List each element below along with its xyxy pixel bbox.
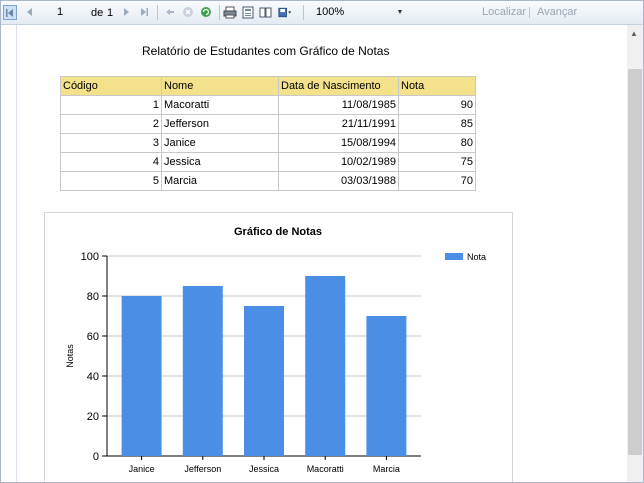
cell-nome: Jefferson <box>161 114 279 134</box>
toolbar-separator <box>529 7 530 18</box>
scrollbar-thumb[interactable] <box>628 69 642 455</box>
cell-data-nascimento: 03/03/1988 <box>278 171 399 191</box>
zoom-select[interactable]: 100% ▼ <box>313 5 405 19</box>
cell-data-nascimento: 21/11/1991 <box>278 114 399 134</box>
find-text-input[interactable] <box>415 5 475 19</box>
chart-container: Gráfico de Notas 0 20 40 60 80 100 Notas Janice J… <box>44 212 513 482</box>
page-of-label: de <box>91 6 104 19</box>
export-icon[interactable] <box>278 5 292 19</box>
bar-macoratti <box>305 276 346 456</box>
y-tick-label: 20 <box>87 411 99 423</box>
x-tick-label: Macoratti <box>307 464 344 474</box>
column-header-codigo: Código <box>60 76 162 96</box>
cell-nota: 75 <box>398 152 476 172</box>
chevron-down-icon: ▼ <box>396 8 404 16</box>
refresh-icon[interactable] <box>199 5 213 19</box>
toolbar-separator <box>157 5 158 20</box>
scroll-up-icon[interactable]: ▲ <box>630 29 638 38</box>
bar-jessica <box>244 306 284 456</box>
report-toolbar: de 1 100% ▼ <box>1 1 643 25</box>
y-axis-label: Notas <box>65 344 75 368</box>
page-setup-icon[interactable] <box>259 5 273 19</box>
cell-nome: Macoratti <box>161 95 279 115</box>
toolbar-separator <box>219 5 220 20</box>
cell-codigo: 1 <box>60 95 162 115</box>
cell-nota: 80 <box>398 133 476 153</box>
cell-codigo: 4 <box>60 152 162 172</box>
bar-jefferson <box>182 286 223 456</box>
first-page-icon[interactable] <box>3 5 17 20</box>
cell-data-nascimento: 15/08/1994 <box>278 133 399 153</box>
column-header-nota: Nota <box>398 76 476 96</box>
table-row: 1 Macoratti 11/08/1985 90 <box>60 95 476 115</box>
bar-marcia <box>366 316 407 456</box>
cell-codigo: 5 <box>60 171 162 191</box>
x-tick-label: Janice <box>129 464 155 474</box>
print-icon[interactable] <box>223 5 237 19</box>
bar-chart: Gráfico de Notas 0 20 40 60 80 100 Notas Janice J… <box>65 226 486 474</box>
students-table: Código Nome Data de Nascimento Nota 1 Ma… <box>60 76 476 191</box>
zoom-value: 100% <box>316 6 345 18</box>
legend-label: Nota <box>467 252 486 262</box>
table-row: 2 Jefferson 21/11/1991 85 <box>60 114 476 134</box>
next-page-icon[interactable] <box>119 5 133 19</box>
next-link[interactable]: Avançar <box>537 6 577 18</box>
report-title: Relatório de Estudantes com Gráfico de N… <box>142 44 390 58</box>
cell-data-nascimento: 10/02/1989 <box>278 152 399 172</box>
table-row: 5 Marcia 03/03/1988 70 <box>60 171 476 191</box>
cell-codigo: 3 <box>60 133 162 153</box>
chart-title: Gráfico de Notas <box>234 226 322 238</box>
page-total: 1 <box>107 6 114 19</box>
stop-icon[interactable] <box>181 5 195 19</box>
bar-janice <box>121 296 162 456</box>
cell-nota: 90 <box>398 95 476 115</box>
back-icon[interactable] <box>163 5 177 19</box>
cell-nome: Janice <box>161 133 279 153</box>
vertical-scrollbar[interactable]: ▲ <box>627 25 643 482</box>
report-page: Relatório de Estudantes com Gráfico de N… <box>17 25 627 482</box>
find-link[interactable]: Localizar <box>482 6 526 18</box>
column-header-nome: Nome <box>161 76 279 96</box>
cell-nota: 70 <box>398 171 476 191</box>
cell-nota: 85 <box>398 114 476 134</box>
last-page-icon[interactable] <box>137 5 151 19</box>
y-tick-label: 0 <box>93 451 99 463</box>
cell-codigo: 2 <box>60 114 162 134</box>
cell-nome: Jessica <box>161 152 279 172</box>
legend-swatch <box>445 253 463 260</box>
cell-nome: Marcia <box>161 171 279 191</box>
table-row: 4 Jessica 10/02/1989 75 <box>60 152 476 172</box>
x-tick-label: Jessica <box>249 464 279 474</box>
table-header-row: Código Nome Data de Nascimento Nota <box>60 76 476 96</box>
print-layout-icon[interactable] <box>241 5 255 19</box>
previous-page-icon[interactable] <box>23 5 37 19</box>
page-number-input[interactable] <box>53 5 91 19</box>
y-tick-label: 60 <box>87 331 99 343</box>
toolbar-separator <box>303 5 304 20</box>
column-header-data-nascimento: Data de Nascimento <box>278 76 399 96</box>
y-tick-label: 80 <box>87 291 99 303</box>
y-tick-label: 100 <box>81 251 99 263</box>
document-map-strip <box>1 25 17 482</box>
y-tick-label: 40 <box>87 371 99 383</box>
x-tick-label: Jefferson <box>184 464 221 474</box>
table-row: 3 Janice 15/08/1994 80 <box>60 133 476 153</box>
cell-data-nascimento: 11/08/1985 <box>278 95 399 115</box>
report-viewer-window: de 1 100% ▼ <box>0 0 644 483</box>
x-tick-label: Marcia <box>373 464 400 474</box>
